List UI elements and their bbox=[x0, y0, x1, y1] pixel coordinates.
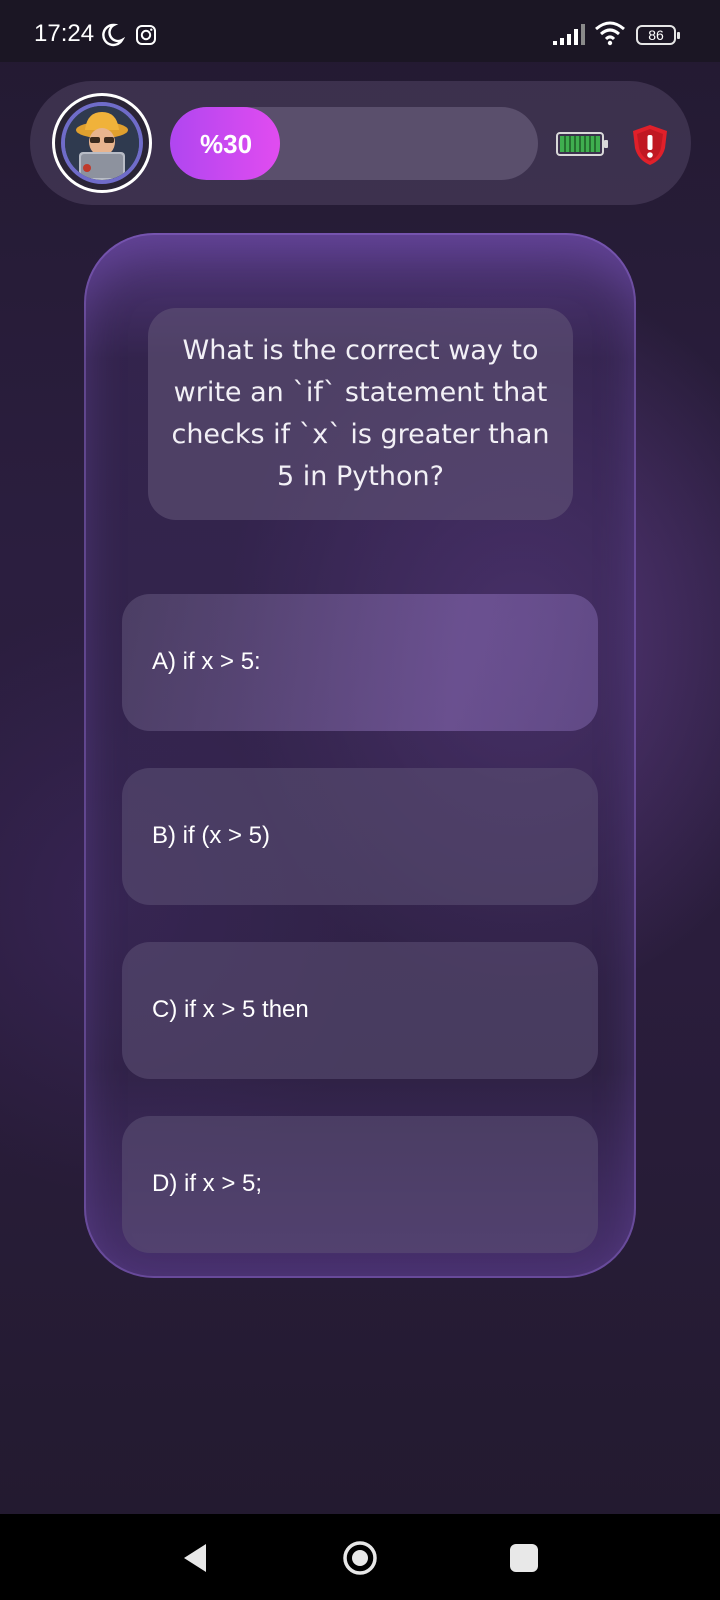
moon-icon bbox=[102, 23, 125, 47]
shield-alert-icon[interactable] bbox=[630, 124, 670, 166]
answer-option-a[interactable]: A) if x > 5: bbox=[122, 594, 598, 731]
battery-icon: 86 bbox=[636, 25, 680, 45]
answer-label: C) if x > 5 then bbox=[152, 996, 309, 1023]
avatar[interactable] bbox=[52, 93, 152, 193]
question-text: What is the correct way to write an `if`… bbox=[171, 335, 550, 492]
question-box: What is the correct way to write an `if`… bbox=[148, 308, 573, 520]
home-icon[interactable] bbox=[342, 1540, 378, 1576]
status-time: 17:24 bbox=[34, 20, 95, 47]
avatar-image bbox=[61, 102, 143, 184]
wifi-icon bbox=[595, 21, 625, 46]
answer-option-b[interactable]: B) if (x > 5) bbox=[122, 768, 598, 905]
answer-option-d[interactable]: D) if x > 5; bbox=[122, 1116, 598, 1253]
battery-level: 86 bbox=[648, 27, 664, 43]
signal-icon bbox=[553, 24, 585, 45]
progress-bar: %30 bbox=[170, 107, 538, 180]
answer-label: A) if x > 5: bbox=[152, 648, 261, 675]
answer-label: D) if x > 5; bbox=[152, 1170, 263, 1197]
back-icon[interactable] bbox=[180, 1542, 210, 1574]
progress-label: %30 bbox=[200, 129, 253, 159]
avatar-illustration bbox=[65, 106, 139, 180]
energy-battery-icon[interactable] bbox=[556, 130, 610, 158]
navigation-bar bbox=[0, 1514, 720, 1600]
status-bar: 17:24 86 bbox=[0, 0, 720, 62]
answer-label: B) if (x > 5) bbox=[152, 822, 271, 849]
answer-option-c[interactable]: C) if x > 5 then bbox=[122, 942, 598, 1079]
recents-icon[interactable] bbox=[510, 1544, 538, 1572]
instagram-icon bbox=[136, 25, 156, 45]
